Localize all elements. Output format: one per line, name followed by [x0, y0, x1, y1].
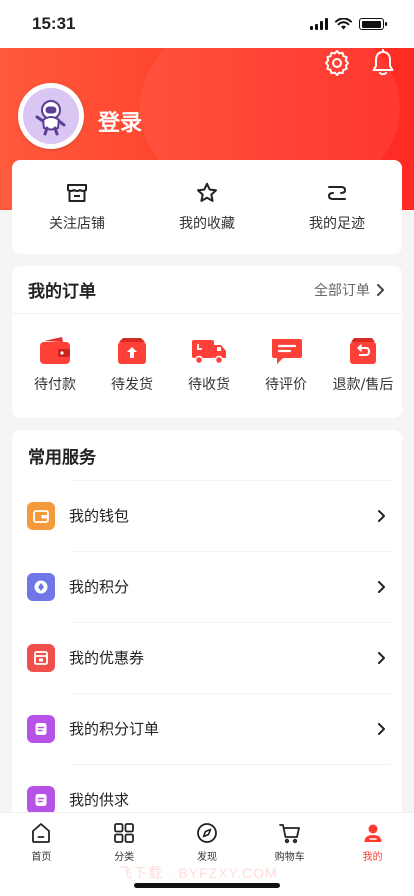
tab-label: 我的 [362, 852, 383, 863]
orders-title: 我的订单 [28, 282, 96, 302]
package-upload-icon [118, 338, 146, 364]
service-label: 我的供求 [69, 791, 130, 809]
order-status-label: 待收货 [188, 377, 230, 393]
common-services-card: 常用服务 我的钱包 我的积分 我的优惠券 我的积分订单 我的供求 [12, 430, 402, 830]
avatar[interactable] [18, 83, 84, 149]
service-label: 我的积分 [69, 578, 130, 596]
cart-icon [278, 824, 300, 844]
profile-icon [364, 824, 382, 842]
battery-icon [359, 18, 387, 30]
service-item-points[interactable]: 我的积分 [12, 551, 402, 622]
quick-link-footprints[interactable]: 我的足迹 [282, 181, 392, 233]
tab-label: 购物车 [274, 852, 305, 863]
points-icon [27, 572, 55, 601]
chevron-right-icon [378, 509, 385, 522]
chevron-right-icon [377, 283, 384, 296]
status-time: 15:31 [32, 14, 76, 33]
service-label: 我的钱包 [69, 507, 130, 525]
tab-profile[interactable]: 我的 [338, 821, 408, 863]
tab-label: 发现 [196, 852, 217, 863]
service-label: 我的积分订单 [69, 720, 160, 738]
quick-link-label: 关注店铺 [49, 216, 105, 232]
compass-icon [197, 823, 217, 843]
login-link[interactable]: 登录 [98, 105, 142, 137]
tab-cart[interactable]: 购物车 [255, 821, 325, 863]
order-status-label: 待发货 [111, 377, 153, 393]
wallet-icon [40, 337, 70, 364]
order-status-label: 待付款 [34, 377, 76, 393]
tab-label: 分类 [114, 852, 135, 863]
cellular-signal-icon [310, 18, 328, 30]
tab-label: 首页 [31, 852, 52, 863]
quick-link-label: 我的足迹 [309, 216, 365, 232]
service-item-wallet[interactable]: 我的钱包 [12, 480, 402, 551]
quick-link-label: 我的收藏 [179, 216, 235, 232]
header-actions [322, 48, 398, 78]
quick-link-favorites[interactable]: 我的收藏 [152, 181, 262, 233]
service-item-points-orders[interactable]: 我的积分订单 [12, 693, 402, 764]
watermark: 飞下载 · BYFZXY.COM [118, 865, 278, 881]
home-icon [32, 823, 51, 843]
status-bar: 15:31 [0, 0, 414, 48]
truck-icon [192, 340, 226, 365]
star-icon [197, 182, 217, 202]
quick-links-card: 关注店铺 我的收藏 我的足迹 [12, 160, 402, 254]
comment-icon [272, 339, 302, 364]
order-pending-shipment[interactable]: 待发货 [97, 336, 167, 394]
chevron-right-icon [378, 722, 385, 735]
coupon-icon [27, 643, 55, 672]
quick-link-followed-stores[interactable]: 关注店铺 [22, 181, 132, 233]
wallet-icon [27, 501, 55, 530]
status-icons [310, 18, 387, 30]
all-orders-label: 全部订单 [314, 282, 370, 299]
tab-category[interactable]: 分类 [89, 821, 159, 863]
settings-icon[interactable] [322, 48, 352, 78]
order-status-label: 退款/售后 [332, 377, 394, 393]
refund-icon [350, 338, 376, 364]
bottom-tab-bar: 首页 分类 发现 购物车 我的 飞下载 · BYFZXY.COM [0, 812, 414, 896]
tab-home[interactable]: 首页 [6, 821, 76, 863]
store-icon [67, 184, 87, 202]
astronaut-avatar-icon [23, 88, 79, 144]
supply-demand-icon [27, 785, 55, 814]
order-refund-aftersale[interactable]: 退款/售后 [328, 336, 398, 394]
services-title: 常用服务 [28, 447, 96, 468]
all-orders-link[interactable]: 全部订单 [314, 280, 386, 300]
orders-header: 我的订单 全部订单 [12, 266, 402, 314]
footprint-icon [328, 186, 346, 200]
order-status-row: 待付款 待发货 待收货 待评价 退款/售后 [12, 314, 402, 394]
order-status-label: 待评价 [265, 377, 307, 393]
order-pending-review[interactable]: 待评价 [251, 336, 321, 394]
category-icon [114, 823, 135, 843]
service-label: 我的优惠券 [69, 649, 145, 667]
chevron-right-icon [378, 580, 385, 593]
battery-level [361, 20, 381, 28]
order-pending-payment[interactable]: 待付款 [20, 336, 90, 394]
tab-discover[interactable]: 发现 [172, 821, 242, 863]
chevron-right-icon [378, 651, 385, 664]
home-indicator[interactable] [134, 883, 280, 888]
order-pending-receipt[interactable]: 待收货 [174, 336, 244, 394]
wifi-icon [335, 18, 352, 30]
service-item-coupons[interactable]: 我的优惠券 [12, 622, 402, 693]
my-orders-card: 我的订单 全部订单 待付款 待发货 待收货 待评价 退款/售后 [12, 266, 402, 418]
points-order-icon [27, 714, 55, 743]
bell-icon[interactable] [368, 48, 398, 78]
